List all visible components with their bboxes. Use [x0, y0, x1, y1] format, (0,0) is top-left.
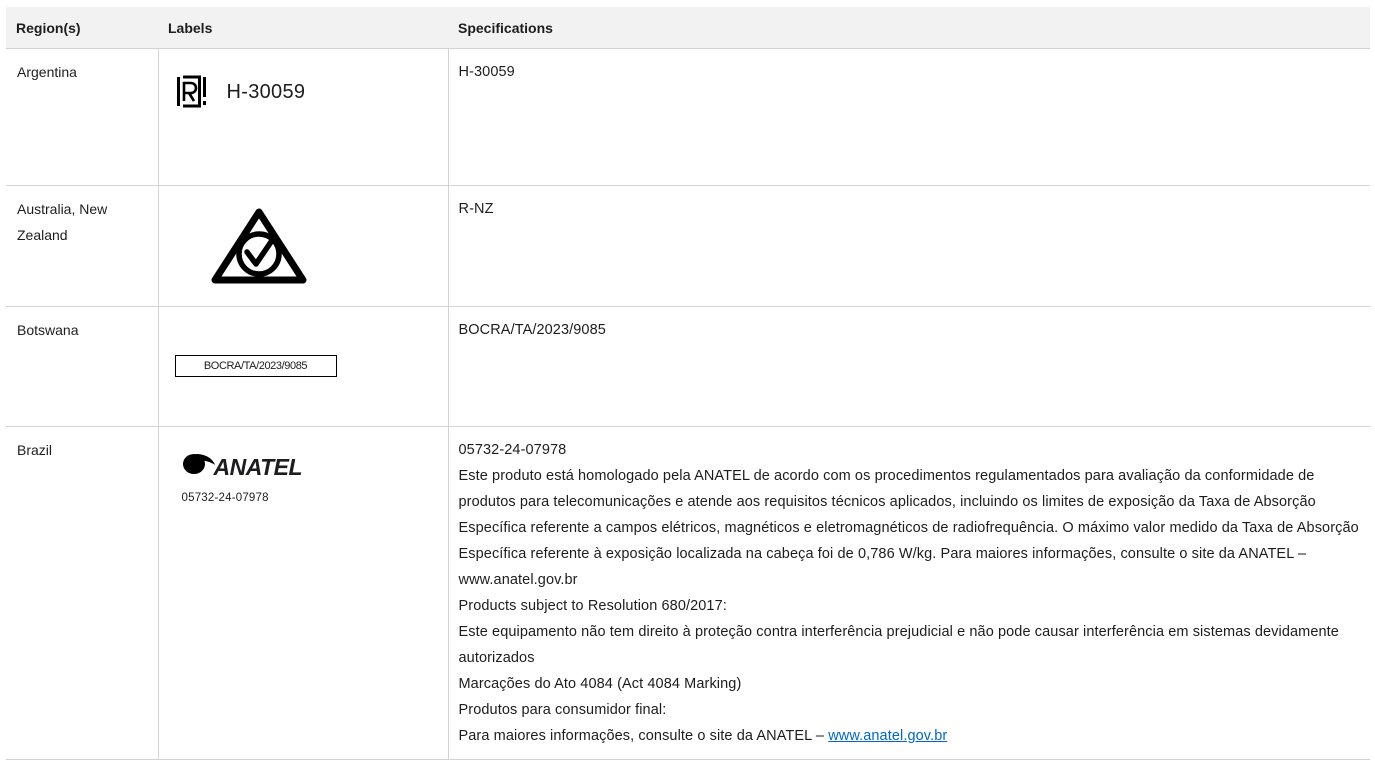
spec-line: 05732-24-07978: [458, 442, 567, 458]
region-cell: Botswana: [6, 306, 159, 427]
spec-line: Para maiores informações, consulte o sit…: [459, 723, 1361, 749]
anatel-label-code: 05732-24-07978: [181, 492, 269, 504]
spec-cell: BOCRA/TA/2023/9085: [447, 306, 1370, 427]
header-regions: Region(s): [6, 7, 158, 49]
spec-link-prefix: Para maiores informações, consulte o sit…: [458, 728, 829, 744]
spec-paragraph: Este produto está homologado pela ANATEL…: [458, 468, 1359, 588]
spec-line: Marcações do Ato 4084 (Act 4084 Marking): [458, 676, 742, 692]
anatel-logo-icon: [182, 451, 216, 483]
regulatory-table: Region(s) Labels Specifications Argentin…: [6, 7, 1370, 760]
spec-cell: 05732-24-07978 Este produto está homolog…: [447, 426, 1370, 760]
table-row: Botswana BOCRA/TA/2023/9085 BOCRA/TA/202…: [6, 306, 1370, 427]
specs-table-container: Region(s) Labels Specifications Argentin…: [0, 0, 1375, 760]
spec-line: BOCRA/TA/2023/9085: [458, 322, 606, 338]
spec-line: Products subject to Resolution 680/2017:: [458, 598, 727, 614]
spec-paragraph: Este equipamento não tem direito à prote…: [458, 624, 1339, 666]
argentina-mark: H-30059: [176, 75, 438, 109]
label-cell: [157, 185, 449, 307]
header-specifications: Specifications: [448, 7, 1370, 49]
table-row: Australia, New Zealand R-NZ: [6, 185, 1370, 307]
anatel-wordmark: ANATEL: [213, 454, 303, 480]
table-row: Argentina H-30059 H-30059: [6, 48, 1370, 186]
header-labels: Labels: [158, 7, 448, 49]
argentina-registration-icon: [176, 75, 206, 109]
label-cell: ANATEL 05732-24-07978: [157, 426, 449, 760]
spec-line: Produtos para consumidor final:: [458, 702, 667, 718]
label-cell: H-30059: [157, 48, 449, 186]
spec-cell: R-NZ: [447, 185, 1370, 307]
argentina-label-code: H-30059: [226, 81, 306, 103]
anatel-mark: ANATEL 05732-24-07978: [182, 451, 438, 511]
spec-line: H-30059: [458, 64, 515, 80]
rcm-compliance-mark-icon: [209, 206, 438, 296]
table-header-row: Region(s) Labels Specifications: [6, 7, 1370, 49]
label-cell: BOCRA/TA/2023/9085: [157, 306, 449, 427]
table-row: Brazil ANATEL 05732-24-07978 05732-24-07…: [6, 426, 1370, 760]
spec-line: R-NZ: [458, 201, 494, 217]
bocra-label-box: BOCRA/TA/2023/9085: [174, 355, 337, 377]
region-cell: Argentina: [6, 48, 159, 186]
spec-cell: H-30059: [447, 48, 1370, 186]
region-cell: Australia, New Zealand: [6, 185, 159, 307]
anatel-website-link[interactable]: www.anatel.gov.br: [828, 728, 947, 744]
region-cell: Brazil: [6, 426, 159, 760]
